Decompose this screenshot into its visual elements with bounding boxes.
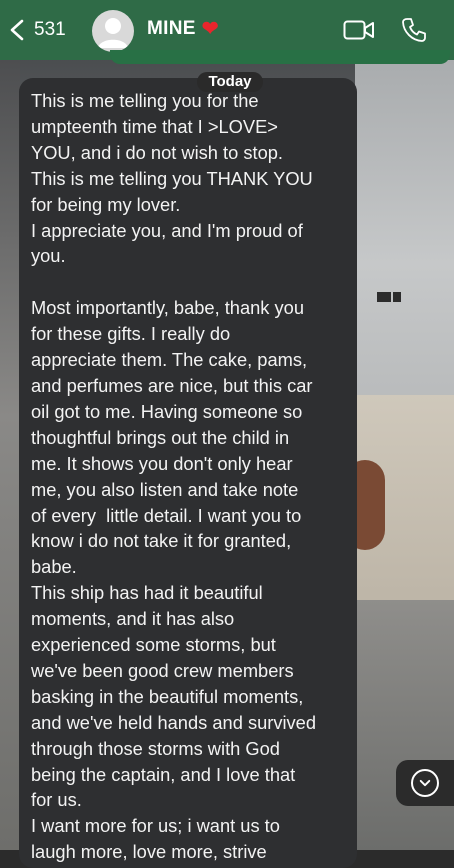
message-line: through those storms with God [31,737,280,759]
message-line: of every little detail. I want you to [31,504,302,526]
message-line: and perfumes are nice, but this car [31,374,313,396]
message-text: This is me telling you for the umpteenth … [31,88,349,865]
message-line: for us. [31,789,82,811]
person-icon [98,18,128,48]
message-line: and we've held hands and survived [31,711,317,733]
message-line: Most importantly, babe, thank you [31,297,305,319]
message-line: This ship has had it beautiful [31,582,263,604]
message-line: moments, and it has also [31,608,235,630]
message-line: me, you also listen and take note [31,478,299,500]
contact-name-text: MINE [147,18,196,39]
scroll-to-bottom-button[interactable] [396,760,454,806]
message-line: experienced some storms, but [31,634,276,656]
contact-name[interactable]: MINE ❤ [147,18,219,40]
avatar[interactable] [92,10,134,52]
heart-icon: ❤ [201,18,219,40]
message-line: you. [31,245,66,267]
message-line: for being my lover. [31,193,181,215]
message-line: thoughtful brings out the child in [31,426,290,448]
message-line: YOU, and i do not wish to stop. [31,141,284,163]
message-line: appreciate them. The cake, pams, [31,349,308,371]
chat-background-floor [355,600,454,850]
message-line: me. It shows you don't only hear [31,452,293,474]
chat-background-detail [393,292,401,302]
message-line [31,269,349,295]
message-line: laugh more, love more, strive [31,841,267,863]
message-line: oil got to me. Having someone so [31,400,303,422]
back-button[interactable]: 531 [8,16,66,44]
chevron-left-icon [10,19,24,41]
chevron-down-icon [411,769,439,797]
message-line: for these gifts. I really do [31,323,231,345]
video-call-icon[interactable] [343,19,375,41]
message-line: I want more for us; i want us to [31,815,280,837]
chat-background-wall [355,60,454,400]
chat-background-left [0,60,20,850]
message-line: babe. [31,556,77,578]
unread-count: 531 [34,19,66,40]
message-line: I appreciate you, and I'm proud of [31,219,303,241]
message-line: we've been good crew members [31,659,294,681]
message-line: basking in the beautiful moments, [31,685,304,707]
phone-call-icon[interactable] [401,17,427,43]
message-line: This is me telling you for the [31,90,259,111]
message-line: umpteenth time that I >LOVE> [31,115,278,137]
header-shade [110,50,450,64]
chat-background-detail [377,292,391,302]
chat-header: 531 MINE ❤ [0,0,454,64]
message-line: This is me telling you THANK YOU [31,167,313,189]
message-line: know i do not take it for granted, [31,530,292,552]
message-line: being the captain, and I love that [31,763,296,785]
